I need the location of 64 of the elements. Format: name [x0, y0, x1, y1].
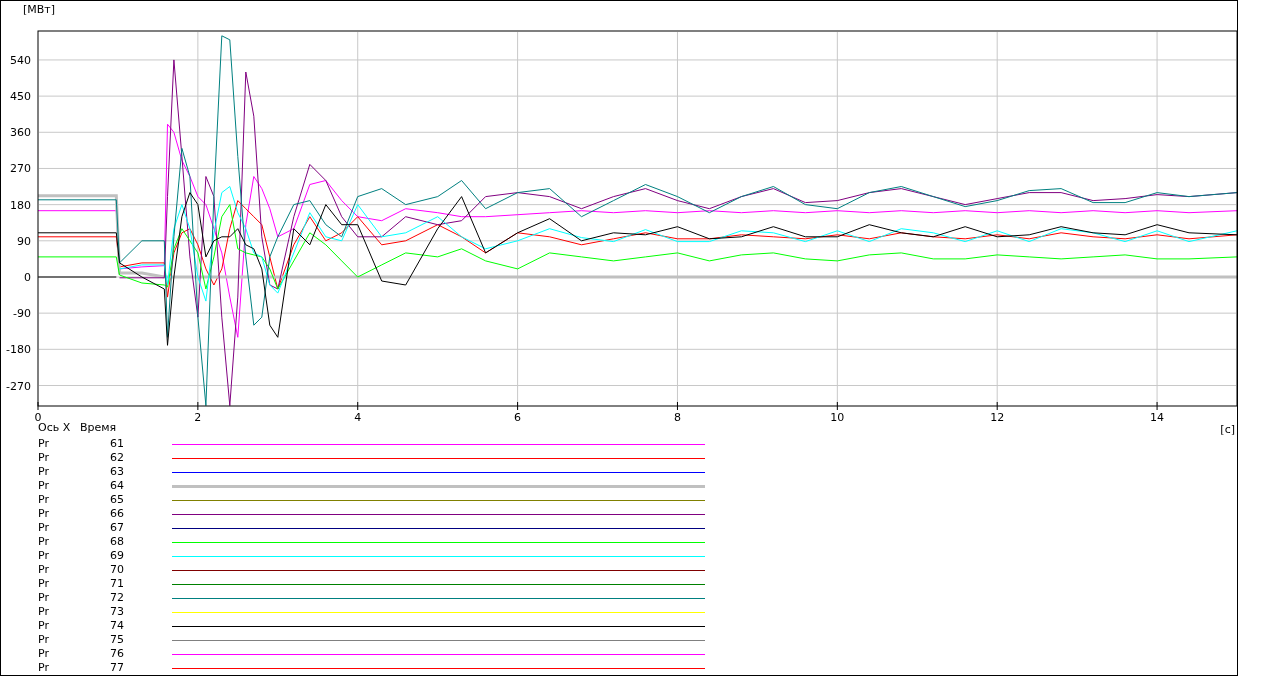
y-tick-label: -90 [13, 307, 31, 321]
legend-number: 70 [109, 563, 124, 577]
legend-number: 68 [109, 535, 124, 549]
y-tick-label: 180 [10, 198, 31, 212]
legend-number: 71 [109, 577, 124, 591]
legend-number: 63 [109, 465, 124, 479]
x-tick-mark [517, 401, 519, 411]
y-tick-label: 360 [10, 126, 31, 140]
legend-label: Pr [38, 647, 50, 661]
x-tick-label: 12 [990, 411, 1005, 421]
y-tick-label: 450 [10, 90, 31, 104]
x-tick-mark [836, 401, 838, 411]
x-tick-label: 2 [194, 411, 202, 421]
legend-label: Pr [38, 661, 50, 675]
legend-label: Pr [38, 577, 50, 591]
y-tick-label: 270 [10, 162, 31, 176]
y-axis-label: [МВт] [23, 3, 56, 16]
x-tick-label: 8 [673, 411, 681, 421]
x-tick-label: 0 [34, 411, 42, 421]
legend-label: Pr [38, 535, 50, 549]
x-tick-mark [996, 401, 998, 411]
legend-number: 61 [109, 437, 124, 451]
y-tick-label: 0 [24, 271, 31, 284]
legend-label: Pr [38, 549, 50, 563]
legend-label: Pr [38, 479, 50, 493]
x-tick-label: 6 [514, 411, 522, 421]
legend-label: Pr [38, 493, 50, 507]
y-tick-label: -270 [6, 379, 31, 393]
legend-number: 75 [109, 633, 124, 647]
legend-number: 74 [109, 619, 124, 633]
legend-label: Pr [38, 619, 50, 633]
legend-number: 67 [109, 521, 124, 535]
legend-label: Pr [38, 451, 50, 465]
legend-header: Время [80, 421, 117, 436]
legend-label: Pr [38, 633, 50, 647]
legend-label: Pr [38, 605, 50, 619]
x-tick-mark [37, 401, 39, 411]
y-tick-label: -180 [6, 343, 31, 357]
legend-number: 72 [109, 591, 124, 605]
x-tick-mark [1156, 401, 1158, 411]
legend-number: 65 [109, 493, 124, 507]
x-tick-mark [357, 401, 359, 411]
legend-number: 69 [109, 549, 124, 563]
y-tick-label: 90 [17, 234, 31, 248]
legend-label: Pr [38, 507, 50, 521]
legend-number: 62 [109, 451, 124, 465]
x-tick-label: 14 [1150, 411, 1165, 421]
legend-number: 76 [109, 647, 124, 661]
legend-label: Pr [38, 591, 50, 605]
legend-label: Pr [38, 563, 50, 577]
x-tick-mark [676, 401, 678, 411]
legend-number: 73 [109, 605, 124, 619]
legend-label: Pr [38, 437, 50, 451]
legend-label: Pr [38, 465, 50, 479]
x-tick-label: 10 [830, 411, 845, 421]
x-axis-label: [с] [1220, 423, 1235, 437]
legend-number: 64 [109, 479, 124, 493]
legend-label: Pr [38, 521, 50, 535]
legend-header: Ось X [38, 421, 72, 436]
x-tick-mark [197, 401, 199, 411]
x-tick-label: 4 [354, 411, 362, 421]
legend-number: 77 [109, 661, 124, 675]
y-tick-label: 540 [10, 53, 31, 67]
legend-number: 66 [109, 507, 124, 521]
